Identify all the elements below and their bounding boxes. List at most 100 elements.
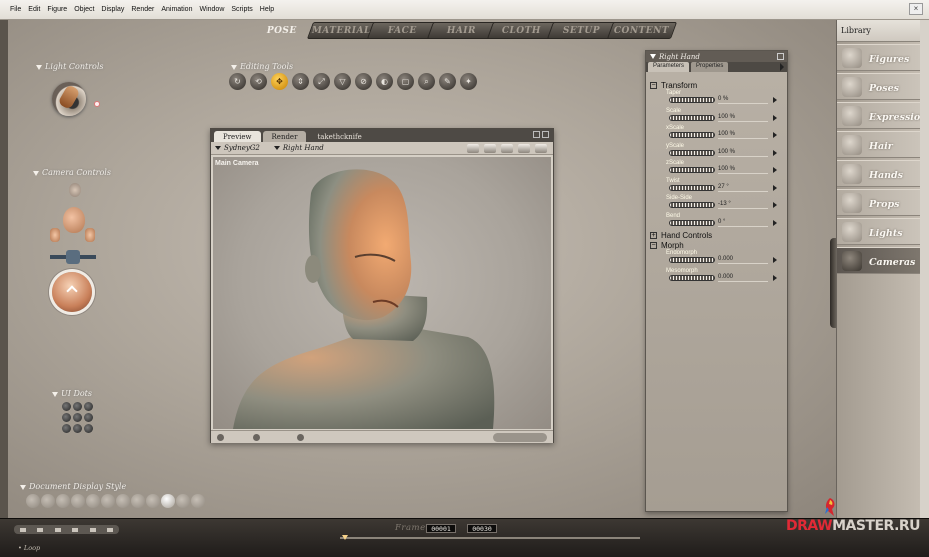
- face-camera-icon[interactable]: [69, 183, 81, 197]
- translate-tool-icon[interactable]: ✥: [271, 73, 288, 90]
- param-dial[interactable]: [669, 219, 715, 226]
- tab-render[interactable]: Render: [262, 131, 307, 142]
- current-frame-field[interactable]: 00001: [426, 524, 456, 533]
- silhouette-style-icon[interactable]: [26, 494, 40, 508]
- param-yscale[interactable]: yScale 100 %: [646, 143, 787, 161]
- ui-dot[interactable]: [62, 413, 71, 422]
- param-twist[interactable]: Twist 27 °: [646, 178, 787, 196]
- last-frame-icon[interactable]: [107, 527, 114, 532]
- param-value[interactable]: 100 %: [718, 149, 735, 155]
- right-hand-camera-icon[interactable]: [85, 228, 95, 242]
- depth-cue-icon[interactable]: [297, 434, 304, 441]
- maximize-icon[interactable]: [533, 131, 540, 138]
- param-menu-arrow-icon[interactable]: [773, 132, 777, 138]
- ui-dots-title[interactable]: UI Dots: [52, 389, 92, 398]
- param-mesomorph[interactable]: Mesomorph 0.000: [646, 268, 787, 286]
- group-morph[interactable]: − Morph: [646, 240, 787, 250]
- param-value[interactable]: 0.000: [718, 274, 733, 280]
- smooth-lined-style-icon[interactable]: [176, 494, 190, 508]
- timeline-track[interactable]: [340, 537, 640, 539]
- smooth-shaded-style-icon[interactable]: [161, 494, 175, 508]
- param-dial[interactable]: [669, 97, 715, 103]
- direct-manipulation-tool-icon[interactable]: ✦: [460, 73, 477, 90]
- translate-in-out-tool-icon[interactable]: ⇕: [292, 73, 309, 90]
- param-bend[interactable]: Bend 0 °: [646, 213, 787, 231]
- param-dial[interactable]: [669, 167, 715, 173]
- color-tool-icon[interactable]: ◐: [376, 73, 393, 90]
- figure-selector[interactable]: SydneyG2: [215, 144, 260, 152]
- param-dial[interactable]: [669, 114, 715, 121]
- param-value[interactable]: 0 %: [718, 96, 728, 102]
- hidden-line-style-icon[interactable]: [71, 494, 85, 508]
- actor-selector[interactable]: Right Hand: [273, 144, 324, 152]
- param-menu-arrow-icon[interactable]: [773, 97, 777, 103]
- param-endomorph[interactable]: Endomorph 0.000: [646, 250, 787, 268]
- parameters-title-bar[interactable]: Right Hand: [646, 51, 787, 62]
- play-icon[interactable]: [72, 527, 79, 532]
- chain-break-tool-icon[interactable]: ⊘: [355, 73, 372, 90]
- tab-parameters[interactable]: Parameters: [648, 62, 690, 72]
- param-value[interactable]: 100 %: [718, 131, 735, 137]
- menu-file[interactable]: File: [10, 6, 21, 13]
- param-menu-arrow-icon[interactable]: [773, 167, 777, 173]
- tab-extra[interactable]: takethcknife: [308, 131, 370, 142]
- param-menu-arrow-icon[interactable]: [773, 149, 777, 156]
- param-menu-arrow-icon[interactable]: [773, 274, 777, 281]
- stop-icon[interactable]: [54, 527, 61, 532]
- 3d-viewport[interactable]: Main Camera: [213, 157, 551, 429]
- param-menu-arrow-icon[interactable]: [773, 219, 777, 226]
- window-close-icon[interactable]: ×: [909, 3, 923, 15]
- first-frame-icon[interactable]: [19, 527, 26, 532]
- options-icon[interactable]: [217, 434, 224, 441]
- tab-preview[interactable]: Preview: [214, 131, 261, 142]
- menu-help[interactable]: Help: [260, 6, 274, 13]
- ui-dot[interactable]: [73, 402, 82, 411]
- param-value[interactable]: 100 %: [718, 114, 735, 120]
- cartoon-style-icon[interactable]: [131, 494, 145, 508]
- param-value[interactable]: -13 °: [718, 201, 731, 207]
- color-controls[interactable]: [493, 433, 547, 442]
- texture-shaded-style-icon[interactable]: [191, 494, 205, 508]
- param-xscale[interactable]: xScale 100 %: [646, 125, 787, 143]
- light-indicator-icon[interactable]: [94, 101, 100, 107]
- library-item-hair[interactable]: Hair: [837, 131, 920, 158]
- rotate-tool-icon[interactable]: ↻: [229, 73, 246, 90]
- param-dial[interactable]: [669, 274, 715, 281]
- group-transform[interactable]: − Transform: [646, 80, 787, 90]
- param-dial[interactable]: [669, 257, 715, 263]
- param-dial[interactable]: [669, 184, 715, 191]
- twist-tool-icon[interactable]: ⟲: [250, 73, 267, 90]
- param-menu-arrow-icon[interactable]: [773, 257, 777, 263]
- param-dial[interactable]: [669, 149, 715, 156]
- palette-menu-arrow-icon[interactable]: [780, 63, 784, 71]
- total-frames-field[interactable]: 00030: [467, 524, 497, 533]
- ui-dot[interactable]: [84, 402, 93, 411]
- ground-shadow-icon[interactable]: [253, 434, 260, 441]
- left-hand-camera-icon[interactable]: [50, 228, 60, 242]
- cartoon-lined-style-icon[interactable]: [146, 494, 160, 508]
- library-item-poses[interactable]: Poses: [837, 73, 920, 100]
- timeline-scrubber[interactable]: [342, 535, 348, 540]
- param-dial[interactable]: [669, 202, 715, 208]
- ui-dot[interactable]: [73, 424, 82, 433]
- close-icon[interactable]: [542, 131, 549, 138]
- param-scale[interactable]: Scale 100 %: [646, 108, 787, 126]
- scale-view-icon[interactable]: [535, 144, 547, 153]
- library-title[interactable]: Library: [837, 20, 920, 42]
- ui-dot[interactable]: [62, 424, 71, 433]
- param-menu-arrow-icon[interactable]: [773, 184, 777, 191]
- wireframe-style-icon[interactable]: [56, 494, 70, 508]
- rotate-view-icon[interactable]: [501, 144, 513, 153]
- previous-frame-icon[interactable]: [37, 527, 44, 532]
- editing-tools-title[interactable]: Editing Tools: [231, 62, 293, 71]
- library-item-hands[interactable]: Hands: [837, 160, 920, 187]
- camera-view-icon[interactable]: [467, 144, 479, 153]
- ui-dot[interactable]: [62, 402, 71, 411]
- menu-display[interactable]: Display: [101, 6, 124, 13]
- outline-style-icon[interactable]: [41, 494, 55, 508]
- document-display-style-title[interactable]: Document Display Style: [20, 482, 126, 491]
- grouping-tool-icon[interactable]: ▢: [397, 73, 414, 90]
- morphing-tool-icon[interactable]: ✎: [439, 73, 456, 90]
- param-menu-arrow-icon[interactable]: [773, 114, 777, 121]
- param-value[interactable]: 100 %: [718, 166, 735, 172]
